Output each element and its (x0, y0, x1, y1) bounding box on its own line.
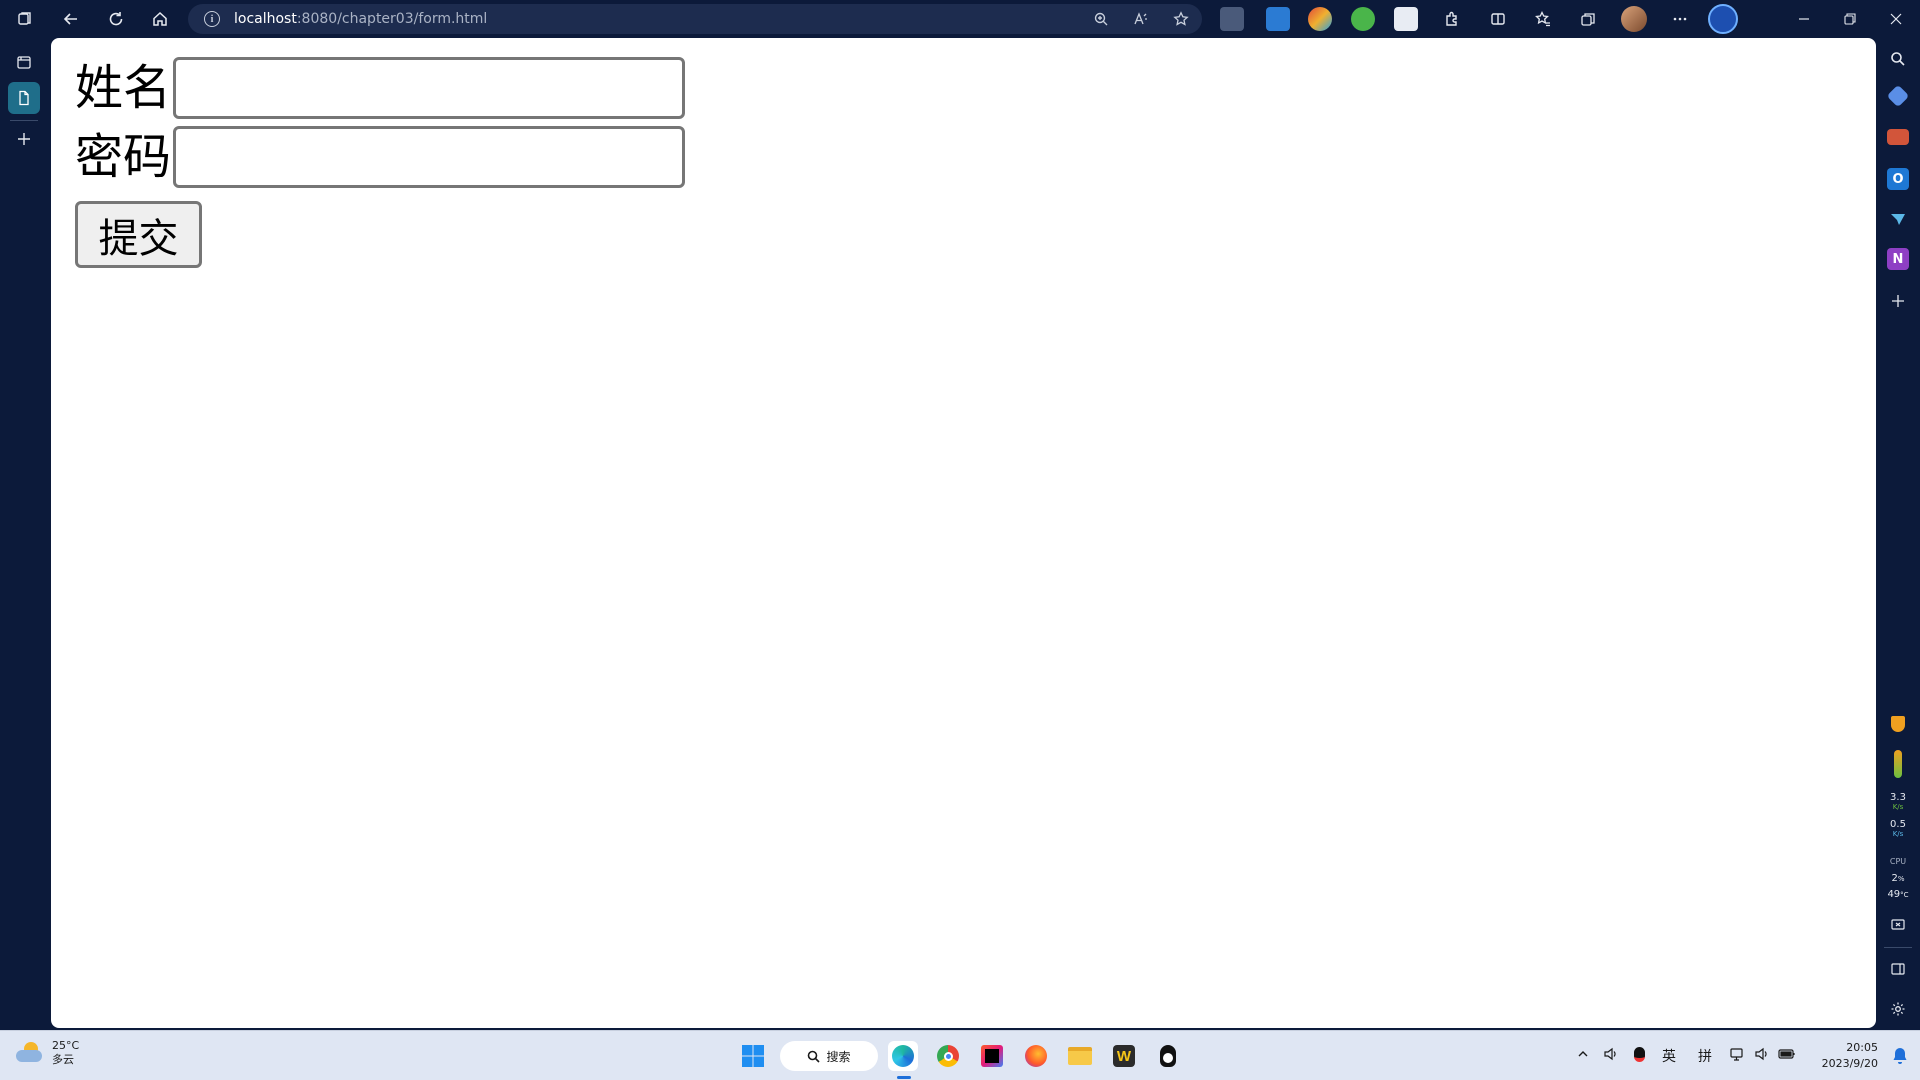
minimize-icon[interactable] (1784, 4, 1824, 34)
notification-bell-icon[interactable] (1892, 1047, 1908, 1065)
extension-book-icon[interactable] (1220, 7, 1244, 31)
search-icon[interactable] (1887, 48, 1909, 70)
firefox-icon[interactable] (1021, 1041, 1051, 1071)
url-path: :8080/chapter03/form.html (296, 11, 488, 27)
security-shield-icon[interactable] (1891, 716, 1905, 732)
qq-penguin-icon[interactable] (1153, 1041, 1183, 1071)
collections-icon[interactable] (1573, 4, 1603, 34)
page-viewport: 姓名 密码 提交 (51, 38, 1876, 1028)
cpu-readout: 2% (1876, 873, 1920, 884)
vertical-tabs-strip (0, 38, 50, 1030)
weather-temp: 25°C (52, 1039, 80, 1052)
address-bar[interactable]: i localhost:8080/chapter03/form.html (188, 4, 1202, 34)
settings-gear-icon[interactable] (1887, 998, 1909, 1020)
name-row: 姓名 (75, 57, 686, 119)
profile-avatar[interactable] (1621, 6, 1647, 32)
active-tab-page-icon[interactable] (8, 82, 40, 114)
browser-toolbar: i localhost:8080/chapter03/form.html (0, 0, 1920, 38)
clock[interactable]: 20:05 2023/9/20 (1822, 1040, 1878, 1072)
send-icon[interactable] (1887, 208, 1909, 230)
read-aloud-icon[interactable] (1130, 8, 1152, 30)
name-input[interactable] (173, 57, 686, 119)
battery-icon[interactable] (1774, 1048, 1800, 1064)
extension-plus-icon[interactable] (1351, 7, 1375, 31)
zoom-icon[interactable] (1090, 8, 1112, 30)
weather-desc: 多云 (52, 1053, 74, 1066)
speaker-icon[interactable] (1596, 1046, 1626, 1066)
wps-office-icon[interactable]: W (1109, 1041, 1139, 1071)
windows-start-icon[interactable] (738, 1041, 768, 1071)
partly-cloudy-icon (16, 1042, 44, 1064)
url-host: localhost (234, 11, 297, 27)
net-up-unit: K/s (1892, 803, 1904, 811)
shopping-tag-icon[interactable] (1886, 84, 1910, 108)
onenote-icon[interactable]: N (1887, 248, 1909, 270)
edge-sidebar: O N 3.3 K/s 0.5 K/s CPU 2% 49°C (1876, 38, 1920, 1030)
search-label: 搜索 (826, 1049, 851, 1064)
chrome-icon[interactable] (933, 1041, 963, 1071)
memory-gauge (1894, 750, 1902, 778)
home-icon[interactable] (145, 4, 175, 34)
tab-divider (10, 120, 38, 121)
search-icon (808, 1050, 821, 1063)
submit-button[interactable]: 提交 (75, 201, 202, 268)
split-screen-icon[interactable] (1483, 4, 1513, 34)
more-menu-icon[interactable] (1665, 4, 1695, 34)
password-input[interactable] (173, 126, 686, 188)
extensions-puzzle-icon[interactable] (1437, 4, 1467, 34)
new-tab-plus-icon[interactable] (8, 123, 40, 155)
favorites-icon[interactable] (1528, 4, 1558, 34)
clock-date: 2023/9/20 (1821, 1057, 1878, 1070)
workspaces-icon[interactable] (10, 4, 40, 34)
net-down-unit: K/s (1892, 830, 1904, 838)
edge-active-indicator (897, 1076, 911, 1079)
site-info-icon[interactable]: i (204, 11, 220, 27)
qq-tray-icon[interactable] (1626, 1046, 1652, 1066)
taskbar-search[interactable]: 搜索 (780, 1041, 878, 1071)
extension-mail-icon[interactable] (1266, 7, 1290, 31)
taskbar: 25°C 多云 搜索 W 英 拼 20:05 2023/9/20 (0, 1030, 1920, 1080)
network-icon[interactable] (1724, 1046, 1750, 1066)
system-tray: 英 拼 (1570, 1031, 1800, 1080)
cpu-label: CPU (1889, 857, 1907, 866)
show-hidden-icons-chevron-icon[interactable] (1570, 1048, 1596, 1064)
sidebar-divider (1884, 947, 1912, 948)
temp-readout: 49°C (1876, 889, 1920, 900)
outlook-icon[interactable]: O (1887, 168, 1909, 190)
edge-browser-icon[interactable] (888, 1041, 918, 1071)
back-arrow-icon[interactable] (56, 4, 86, 34)
add-sidebar-app-icon[interactable] (1887, 290, 1909, 312)
restore-icon[interactable] (1830, 4, 1870, 34)
tab-actions-icon[interactable] (8, 46, 40, 78)
ime-mode-indicator[interactable]: 拼 (1686, 1046, 1724, 1066)
file-explorer-icon[interactable] (1065, 1041, 1095, 1071)
screenshot-icon[interactable] (1887, 914, 1909, 936)
tools-briefcase-icon[interactable] (1887, 129, 1909, 145)
extension-card-icon[interactable] (1394, 7, 1418, 31)
password-label: 密码 (75, 129, 172, 185)
cpu-unit: % (1897, 875, 1905, 883)
temp-value: 49 (1887, 889, 1901, 900)
copilot-icon[interactable] (1708, 4, 1738, 34)
extension-shield-icon[interactable] (1308, 7, 1332, 31)
favorite-star-icon[interactable] (1170, 8, 1192, 30)
password-row: 密码 (75, 126, 686, 188)
temp-unit: °C (1900, 891, 1909, 899)
weather-widget[interactable]: 25°C 多云 (16, 1039, 79, 1067)
intellij-idea-icon[interactable] (977, 1041, 1007, 1071)
ime-lang-indicator[interactable]: 英 (1652, 1046, 1686, 1066)
volume-icon[interactable] (1750, 1046, 1774, 1066)
refresh-icon[interactable] (101, 4, 131, 34)
close-icon[interactable] (1876, 4, 1916, 34)
name-label: 姓名 (75, 60, 172, 116)
clock-time: 20:05 (1846, 1041, 1878, 1054)
hide-sidebar-icon[interactable] (1887, 958, 1909, 980)
